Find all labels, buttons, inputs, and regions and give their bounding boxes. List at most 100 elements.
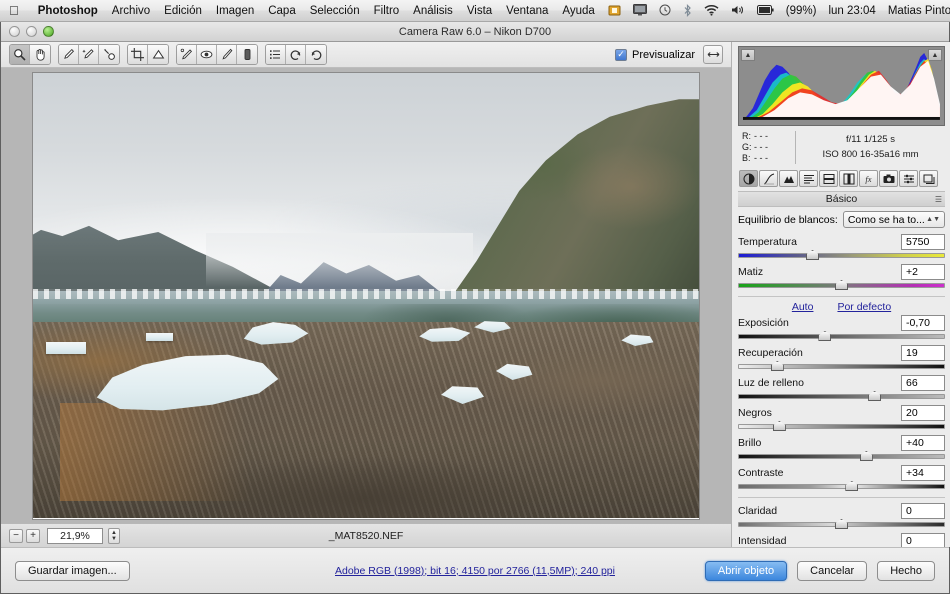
menu-item-vista[interactable]: Vista <box>460 5 499 17</box>
display-icon[interactable] <box>627 4 653 16</box>
bluetooth-icon[interactable] <box>677 4 698 17</box>
slider-negros[interactable]: Negros 20 <box>738 404 945 431</box>
image-canvas[interactable] <box>1 68 731 523</box>
slider-matiz[interactable]: Matiz +2 <box>738 263 945 290</box>
slider-intensidad[interactable]: Intensidad 0 <box>738 532 945 547</box>
slider-brillo[interactable]: Brillo +40 <box>738 434 945 461</box>
slider-value[interactable]: +40 <box>901 434 945 451</box>
slider-thumb[interactable] <box>835 519 848 529</box>
slider-track[interactable] <box>738 391 945 401</box>
menu-item-ventana[interactable]: Ventana <box>499 5 555 17</box>
fullscreen-toggle-icon[interactable] <box>703 45 723 64</box>
slider-thumb[interactable] <box>868 391 882 401</box>
menu-item-photoshop[interactable]: Photoshop <box>31 5 105 17</box>
slider-value[interactable]: 20 <box>901 404 945 421</box>
slider-track[interactable] <box>738 421 945 431</box>
white-balance-tool[interactable] <box>59 45 79 64</box>
dropbox-icon[interactable] <box>602 4 627 17</box>
speaker-icon[interactable] <box>725 4 751 16</box>
slider-luz-de-relleno[interactable]: Luz de relleno 66 <box>738 374 945 401</box>
preview-checkbox[interactable]: ✓ <box>615 48 628 61</box>
slider-thumb[interactable] <box>806 250 820 260</box>
minimize-button[interactable] <box>26 26 37 37</box>
auto-default-links[interactable]: Auto Por defecto <box>738 301 945 313</box>
color-sampler-tool[interactable] <box>79 45 99 64</box>
raw-photo-preview[interactable] <box>32 71 700 520</box>
slider-track[interactable] <box>738 331 945 341</box>
slider-track[interactable] <box>738 361 945 371</box>
menubar-clock[interactable]: lun 23:04 <box>822 5 881 17</box>
panel-tab-strip[interactable]: fx <box>738 169 945 188</box>
slider-exposicion[interactable]: Exposición -0,70 <box>738 314 945 341</box>
slider-recuperacion[interactable]: Recuperación 19 <box>738 344 945 371</box>
done-button[interactable]: Hecho <box>877 560 935 581</box>
menu-item-analisis[interactable]: Análisis <box>406 5 460 17</box>
straighten-tool[interactable] <box>148 45 168 64</box>
preview-checkbox-group[interactable]: ✓ Previsualizar <box>615 48 695 61</box>
menu-item-seleccion[interactable]: Selección <box>303 5 367 17</box>
slider-track[interactable] <box>738 451 945 461</box>
spot-removal-tool[interactable] <box>177 45 197 64</box>
graduated-filter-tool[interactable] <box>237 45 257 64</box>
close-button[interactable] <box>9 26 20 37</box>
slider-value[interactable]: 19 <box>901 344 945 361</box>
apple-logo-icon[interactable]:  <box>9 4 19 17</box>
tab-presets[interactable] <box>899 170 918 187</box>
tab-split-toning[interactable] <box>819 170 838 187</box>
window-controls[interactable] <box>9 26 54 37</box>
slider-thumb[interactable] <box>835 280 848 290</box>
slider-thumb[interactable] <box>772 421 786 431</box>
slider-thumb[interactable] <box>818 331 832 341</box>
slider-track[interactable] <box>738 481 945 491</box>
slider-track[interactable] <box>738 280 945 290</box>
rotate-left-tool[interactable] <box>286 45 306 64</box>
menu-item-imagen[interactable]: Imagen <box>209 5 261 17</box>
slider-value[interactable]: 0 <box>901 532 945 547</box>
default-link[interactable]: Por defecto <box>837 301 891 313</box>
cancel-button[interactable]: Cancelar <box>797 560 868 581</box>
zoom-tool[interactable] <box>10 45 30 64</box>
white-balance-select[interactable]: Como se ha to... ▲▼ <box>842 211 945 228</box>
menu-item-archivo[interactable]: Archivo <box>105 5 157 17</box>
targeted-adjustment-tool[interactable] <box>99 45 119 64</box>
open-object-button[interactable]: Abrir objeto <box>704 560 788 581</box>
slider-track[interactable] <box>738 250 945 260</box>
battery-icon[interactable] <box>751 5 780 17</box>
slider-value[interactable]: +34 <box>901 464 945 481</box>
rotate-right-tool[interactable] <box>306 45 326 64</box>
maximize-button[interactable] <box>43 26 54 37</box>
slider-value[interactable]: -0,70 <box>901 314 945 331</box>
slider-value[interactable]: +2 <box>901 263 945 280</box>
clock-icon[interactable] <box>653 4 677 16</box>
crop-tool[interactable] <box>128 45 148 64</box>
tab-camera-calibration[interactable] <box>879 170 898 187</box>
tab-tone-curve[interactable] <box>759 170 778 187</box>
slider-thumb[interactable] <box>859 451 873 461</box>
menu-item-edicion[interactable]: Edición <box>157 5 209 17</box>
tab-hsl-grayscale[interactable] <box>799 170 818 187</box>
preferences-tool[interactable] <box>266 45 286 64</box>
menu-item-capa[interactable]: Capa <box>261 5 303 17</box>
tab-detail[interactable] <box>779 170 798 187</box>
slider-contraste[interactable]: Contraste +34 <box>738 464 945 491</box>
menu-item-filtro[interactable]: Filtro <box>367 5 407 17</box>
tab-basic[interactable] <box>739 170 758 187</box>
panel-menu-icon[interactable]: ☰ <box>935 195 942 204</box>
tab-snapshots[interactable] <box>919 170 938 187</box>
tab-effects[interactable]: fx <box>859 170 878 187</box>
red-eye-tool[interactable] <box>197 45 217 64</box>
slider-thumb[interactable] <box>770 361 784 371</box>
slider-value[interactable]: 0 <box>901 502 945 519</box>
slider-temperatura[interactable]: Temperatura 5750 <box>738 233 945 260</box>
menu-item-ayuda[interactable]: Ayuda <box>555 5 601 17</box>
auto-link[interactable]: Auto <box>792 301 814 313</box>
slider-thumb[interactable] <box>845 481 859 491</box>
adjustment-brush-tool[interactable] <box>217 45 237 64</box>
slider-value[interactable]: 5750 <box>901 233 945 250</box>
hand-tool[interactable] <box>30 45 50 64</box>
slider-track[interactable] <box>738 519 945 529</box>
menubar-user[interactable]: Matias Pinto <box>882 5 950 17</box>
tab-lens-corrections[interactable] <box>839 170 858 187</box>
slider-value[interactable]: 66 <box>901 374 945 391</box>
slider-claridad[interactable]: Claridad 0 <box>738 502 945 529</box>
